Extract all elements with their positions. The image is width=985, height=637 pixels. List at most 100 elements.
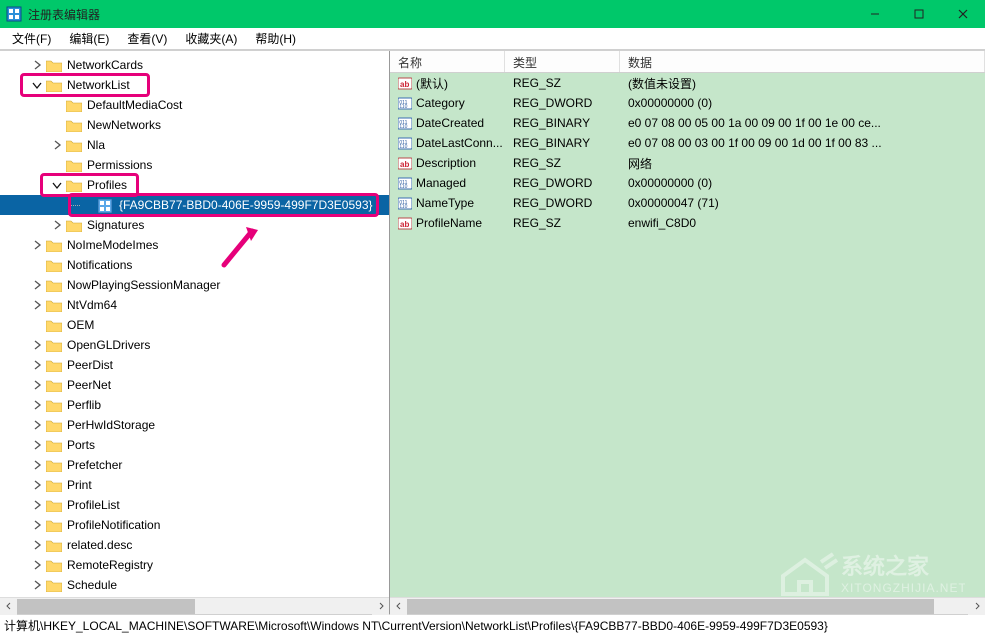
tree-item[interactable]: PerHwIdStorage [0,415,389,435]
chevron-right-icon[interactable] [30,298,44,312]
values-list[interactable]: (默认)REG_SZ(数值未设置)CategoryREG_DWORD0x0000… [390,73,985,597]
list-row[interactable]: CategoryREG_DWORD0x00000000 (0) [390,93,985,113]
tree-item-label: NetworkList [67,78,130,92]
list-row[interactable]: (默认)REG_SZ(数值未设置) [390,73,985,93]
list-row[interactable]: DescriptionREG_SZ网络 [390,153,985,173]
folder-icon [66,119,82,132]
maximize-button[interactable] [897,0,941,28]
tree-item[interactable]: NtVdm64 [0,295,389,315]
tree-item[interactable]: {FA9CBB77-BBD0-406E-9959-499F7D3E0593} [0,195,389,215]
tree-item-label: Schedule [67,578,117,592]
tree-item[interactable]: OpenGLDrivers [0,335,389,355]
tree-item[interactable]: Signatures [0,215,389,235]
menu-favorites[interactable]: 收藏夹(A) [177,28,245,49]
tree-item[interactable]: NetworkCards [0,55,389,75]
tree-item[interactable]: Ports [0,435,389,455]
registry-tree[interactable]: NetworkCardsNetworkListDefaultMediaCostN… [0,51,389,597]
cell-data: 0x00000000 (0) [620,176,985,190]
scroll-track[interactable] [407,598,968,614]
tree-item[interactable]: RemoteRegistry [0,555,389,575]
chevron-right-icon[interactable] [30,518,44,532]
column-header-data[interactable]: 数据 [620,51,985,72]
tree-item[interactable]: SecEdit [0,595,389,597]
tree-item[interactable]: OEM [0,315,389,335]
folder-icon [46,279,62,292]
list-row[interactable]: ProfileNameREG_SZenwifi_C8D0 [390,213,985,233]
folder-icon [46,459,62,472]
tree-item[interactable]: Nla [0,135,389,155]
chevron-right-icon[interactable] [30,478,44,492]
expander-placeholder [30,258,44,272]
folder-icon [66,139,82,152]
chevron-down-icon[interactable] [30,78,44,92]
folder-icon [46,439,62,452]
chevron-right-icon[interactable] [30,538,44,552]
chevron-right-icon[interactable] [30,338,44,352]
cell-data: enwifi_C8D0 [620,216,985,230]
tree-item[interactable]: NoImeModeImes [0,235,389,255]
scroll-left-button[interactable] [0,598,17,615]
chevron-right-icon[interactable] [30,498,44,512]
tree-item[interactable]: Profiles [0,175,389,195]
tree-item[interactable]: Perflib [0,395,389,415]
tree-item-label: ProfileList [67,498,120,512]
chevron-right-icon[interactable] [30,558,44,572]
cell-data: (数值未设置) [620,75,985,92]
list-row[interactable]: ManagedREG_DWORD0x00000000 (0) [390,173,985,193]
tree-item[interactable]: DefaultMediaCost [0,95,389,115]
tree-item[interactable]: Print [0,475,389,495]
tree-item[interactable]: Schedule [0,575,389,595]
tree-item[interactable]: PeerDist [0,355,389,375]
tree-item-label: PerHwIdStorage [67,418,155,432]
scroll-thumb[interactable] [17,599,195,614]
expander-placeholder [50,98,64,112]
scroll-thumb[interactable] [407,599,934,614]
list-horizontal-scrollbar[interactable] [390,597,985,614]
minimize-button[interactable] [853,0,897,28]
scroll-track[interactable] [17,598,372,614]
expander-placeholder [30,318,44,332]
tree-item[interactable]: related.desc [0,535,389,555]
chevron-right-icon[interactable] [30,458,44,472]
chevron-right-icon[interactable] [30,58,44,72]
column-header-type[interactable]: 类型 [505,51,620,72]
tree-item[interactable]: NetworkList [0,75,389,95]
chevron-right-icon[interactable] [30,238,44,252]
list-row[interactable]: DateCreatedREG_BINARYe0 07 08 00 05 00 1… [390,113,985,133]
chevron-right-icon[interactable] [30,358,44,372]
scroll-left-button[interactable] [390,598,407,615]
chevron-right-icon[interactable] [50,138,64,152]
tree-item[interactable]: ProfileList [0,495,389,515]
tree-item[interactable]: Permissions [0,155,389,175]
chevron-right-icon[interactable] [30,418,44,432]
menu-help[interactable]: 帮助(H) [247,28,304,49]
chevron-right-icon[interactable] [30,438,44,452]
close-button[interactable] [941,0,985,28]
chevron-right-icon[interactable] [30,378,44,392]
main-split: NetworkCardsNetworkListDefaultMediaCostN… [0,50,985,614]
folder-icon [46,59,62,72]
chevron-right-icon[interactable] [30,578,44,592]
chevron-down-icon[interactable] [50,178,64,192]
chevron-right-icon[interactable] [30,278,44,292]
scroll-right-button[interactable] [372,598,389,615]
tree-item[interactable]: NewNetworks [0,115,389,135]
binary-value-icon [398,116,412,130]
tree-item[interactable]: Notifications [0,255,389,275]
chevron-right-icon[interactable] [50,218,64,232]
menu-view[interactable]: 查看(V) [119,28,175,49]
list-row[interactable]: NameTypeREG_DWORD0x00000047 (71) [390,193,985,213]
folder-icon [46,79,62,92]
chevron-right-icon[interactable] [30,398,44,412]
tree-item[interactable]: PeerNet [0,375,389,395]
binary-value-icon [398,136,412,150]
tree-item[interactable]: Prefetcher [0,455,389,475]
tree-item[interactable]: NowPlayingSessionManager [0,275,389,295]
list-row[interactable]: DateLastConn...REG_BINARYe0 07 08 00 03 … [390,133,985,153]
menu-edit[interactable]: 编辑(E) [61,28,117,49]
tree-item[interactable]: ProfileNotification [0,515,389,535]
scroll-right-button[interactable] [968,598,985,615]
column-header-name[interactable]: 名称 [390,51,505,72]
menu-file[interactable]: 文件(F) [4,28,59,49]
tree-horizontal-scrollbar[interactable] [0,597,389,614]
